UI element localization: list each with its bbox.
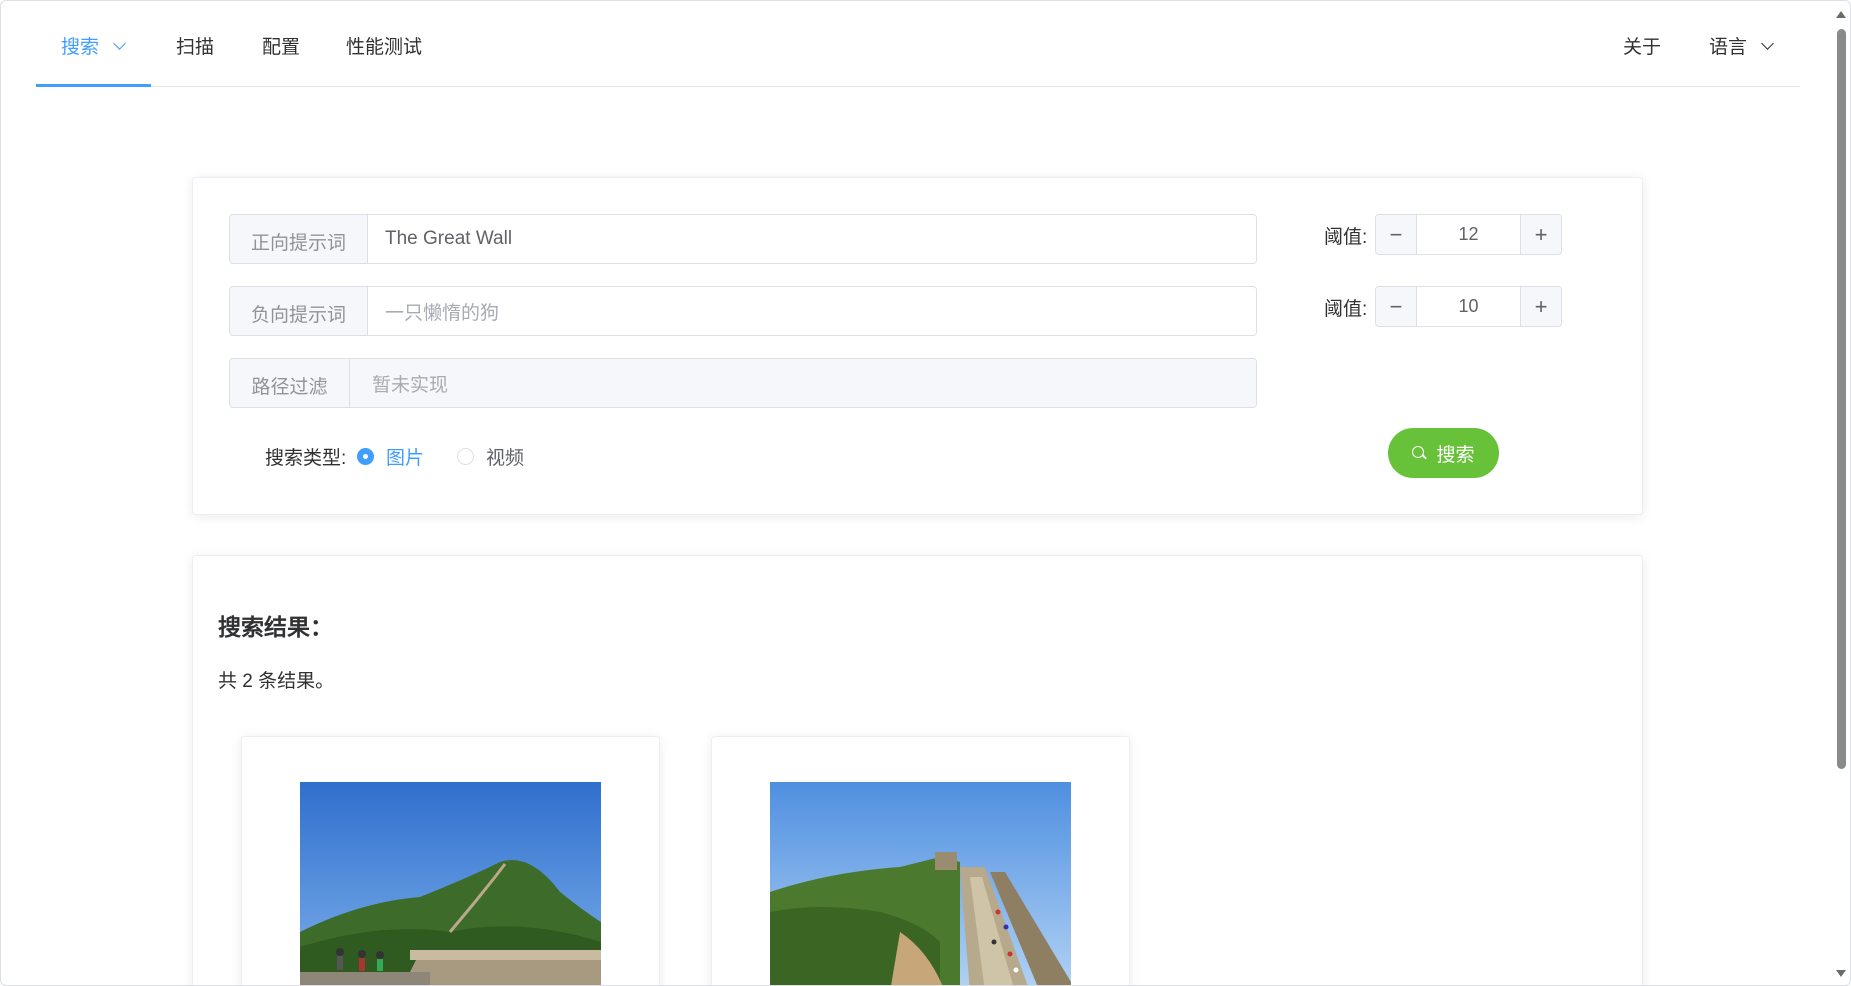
results-title: 搜索结果： bbox=[218, 614, 333, 640]
negative-threshold-stepper: − 10 + bbox=[1375, 286, 1562, 327]
path-filter-label: 路径过滤 bbox=[230, 359, 350, 407]
search-icon bbox=[1412, 446, 1426, 460]
nav-item-language[interactable]: 语言 bbox=[1709, 1, 1774, 87]
great-wall-photo-2 bbox=[770, 782, 1071, 985]
results-count: 共 2 条结果。 bbox=[218, 671, 335, 692]
radio-checked-icon bbox=[357, 448, 374, 465]
path-filter-group: 路径过滤 暂未实现 bbox=[229, 358, 1257, 408]
great-wall-photo-1 bbox=[300, 782, 601, 985]
path-filter-input: 暂未实现 bbox=[350, 359, 1256, 407]
positive-prompt-input[interactable]: The Great Wall bbox=[368, 215, 1256, 263]
positive-threshold-stepper: − 12 + bbox=[1375, 214, 1562, 255]
negative-threshold-value[interactable]: 10 bbox=[1417, 287, 1520, 326]
negative-prompt-input[interactable]: 一只懒惰的狗 bbox=[368, 287, 1256, 335]
negative-prompt-label: 负向提示词 bbox=[230, 287, 368, 335]
negative-threshold-label: 阈值: bbox=[1324, 299, 1368, 320]
scroll-up-arrow-icon[interactable] bbox=[1836, 11, 1846, 18]
minus-icon: − bbox=[1389, 221, 1403, 247]
nav-item-benchmark[interactable]: 性能测试 bbox=[346, 1, 422, 87]
radio-video-label: 视频 bbox=[486, 448, 525, 469]
top-nav-menu: 搜索 扫描 配置 性能测试 关于 语言 bbox=[36, 1, 1800, 87]
positive-prompt-group: 正向提示词 The Great Wall bbox=[229, 214, 1257, 264]
positive-threshold-label: 阈值: bbox=[1324, 227, 1368, 248]
radio-image-label: 图片 bbox=[386, 448, 425, 469]
decrease-button[interactable]: − bbox=[1376, 215, 1417, 254]
scrollbar-thumb[interactable] bbox=[1837, 29, 1846, 769]
result-thumbnail[interactable] bbox=[300, 782, 601, 985]
search-type-label: 搜索类型: bbox=[265, 448, 347, 469]
result-thumbnail[interactable] bbox=[770, 782, 1071, 985]
increase-button[interactable]: + bbox=[1520, 287, 1561, 326]
result-item[interactable] bbox=[241, 736, 660, 985]
radio-video[interactable]: 视频 bbox=[457, 443, 524, 470]
scroll-down-arrow-icon[interactable] bbox=[1836, 970, 1846, 977]
chevron-down-icon bbox=[1761, 37, 1774, 50]
negative-prompt-group: 负向提示词 一只懒惰的狗 bbox=[229, 286, 1257, 336]
results-card: 搜索结果： 共 2 条结果。 bbox=[192, 555, 1643, 985]
increase-button[interactable]: + bbox=[1520, 215, 1561, 254]
nav-item-search-label: 搜索 bbox=[61, 37, 100, 58]
nav-item-config[interactable]: 配置 bbox=[262, 1, 300, 87]
minus-icon: − bbox=[1389, 293, 1403, 319]
decrease-button[interactable]: − bbox=[1376, 287, 1417, 326]
nav-item-language-label: 语言 bbox=[1709, 37, 1748, 58]
plus-icon: + bbox=[1534, 293, 1548, 319]
radio-unchecked-icon bbox=[457, 448, 474, 465]
search-form-card: 正向提示词 The Great Wall 阈值: − 12 + 负向提示词 一只… bbox=[192, 177, 1643, 515]
plus-icon: + bbox=[1534, 221, 1548, 247]
page-scrollbar[interactable] bbox=[1832, 1, 1850, 985]
app-window: 搜索 扫描 配置 性能测试 关于 语言 正向提示词 The Great Wall… bbox=[0, 0, 1851, 986]
positive-prompt-label: 正向提示词 bbox=[230, 215, 368, 263]
radio-image[interactable]: 图片 bbox=[357, 443, 424, 470]
chevron-down-icon bbox=[113, 37, 126, 50]
nav-item-about[interactable]: 关于 bbox=[1623, 1, 1661, 87]
search-button-label: 搜索 bbox=[1436, 444, 1475, 466]
search-button[interactable]: 搜索 bbox=[1388, 428, 1499, 478]
nav-item-scan[interactable]: 扫描 bbox=[176, 1, 214, 87]
nav-item-search[interactable]: 搜索 bbox=[61, 1, 126, 87]
positive-threshold-value[interactable]: 12 bbox=[1417, 215, 1520, 254]
result-item[interactable] bbox=[711, 736, 1130, 985]
nav-active-underline bbox=[36, 84, 151, 87]
